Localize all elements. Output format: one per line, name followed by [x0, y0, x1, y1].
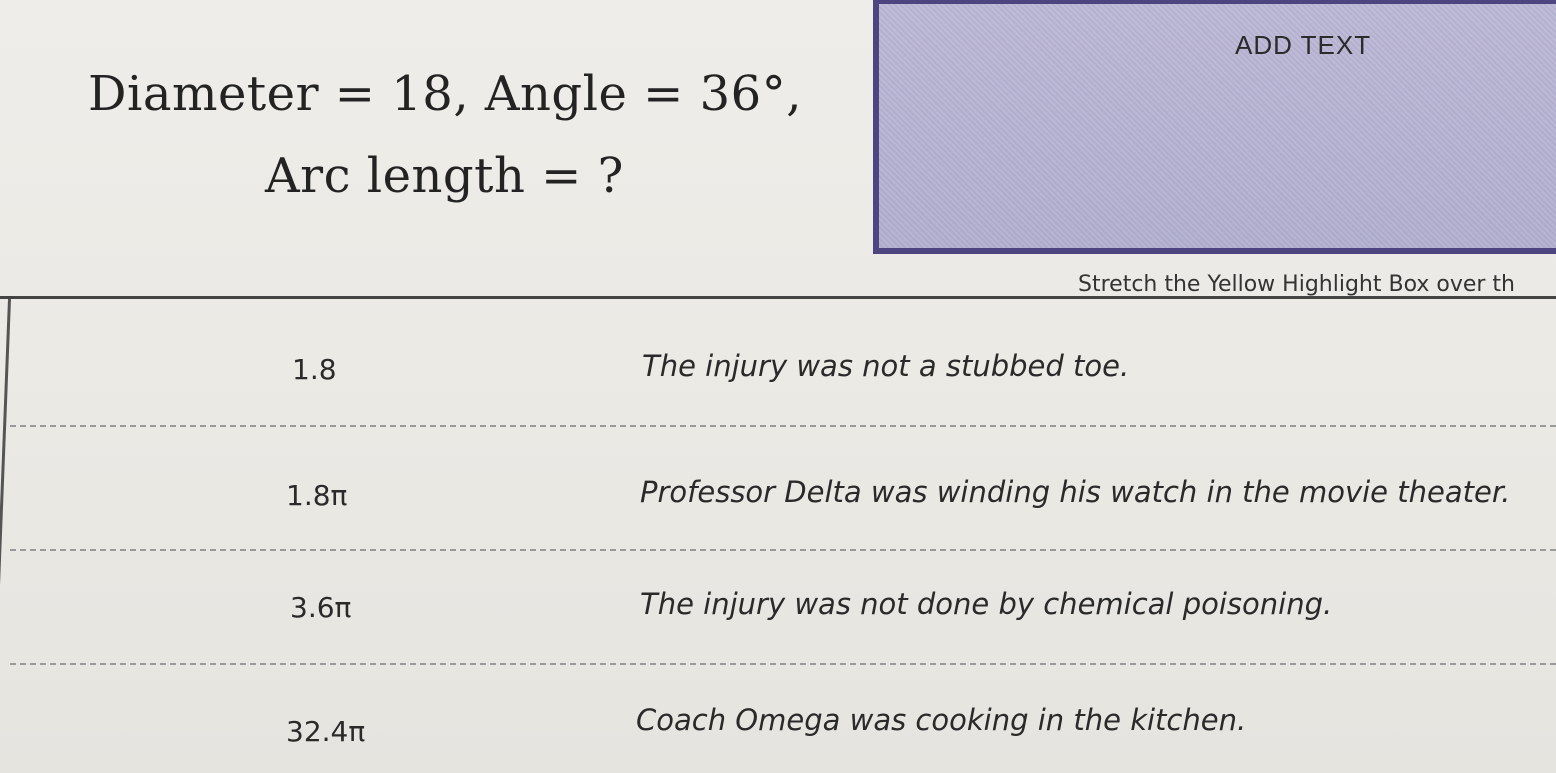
- clue-text: Professor Delta was winding his watch in…: [640, 475, 1511, 509]
- table-row[interactable]: 1.8π Professor Delta was winding his wat…: [10, 471, 1556, 551]
- answer-value: 32.4π: [286, 715, 366, 748]
- instruction-text: Stretch the Yellow Highlight Box over th: [1078, 272, 1515, 297]
- clue-text: The injury was not done by chemical pois…: [640, 587, 1333, 621]
- add-text-label[interactable]: ADD TEXT: [1235, 30, 1371, 61]
- clue-text: The injury was not a stubbed toe.: [642, 349, 1130, 383]
- answer-value: 1.8π: [286, 479, 348, 512]
- question-area: Diameter = 18, Angle = 36°, Arc length =…: [0, 0, 860, 260]
- answer-value: 1.8: [292, 353, 337, 386]
- row-divider: [10, 549, 1556, 551]
- table-row[interactable]: 32.4π Coach Omega was cooking in the kit…: [10, 703, 1556, 773]
- question-line-ask: Arc length = ?: [265, 148, 624, 204]
- slide-canvas: Diameter = 18, Angle = 36°, Arc length =…: [0, 0, 1556, 773]
- table-row[interactable]: 3.6π The injury was not done by chemical…: [10, 587, 1556, 669]
- table-row[interactable]: 1.8 The injury was not a stubbed toe.: [10, 345, 1556, 425]
- row-divider: [10, 425, 1556, 427]
- question-line-given: Diameter = 18, Angle = 36°,: [88, 66, 802, 122]
- add-text-box[interactable]: ADD TEXT: [873, 0, 1556, 254]
- row-divider: [10, 663, 1556, 665]
- answer-table: 1.8 The injury was not a stubbed toe. 1.…: [0, 296, 1556, 773]
- clue-text: Coach Omega was cooking in the kitchen.: [636, 703, 1247, 737]
- answer-value: 3.6π: [290, 591, 352, 624]
